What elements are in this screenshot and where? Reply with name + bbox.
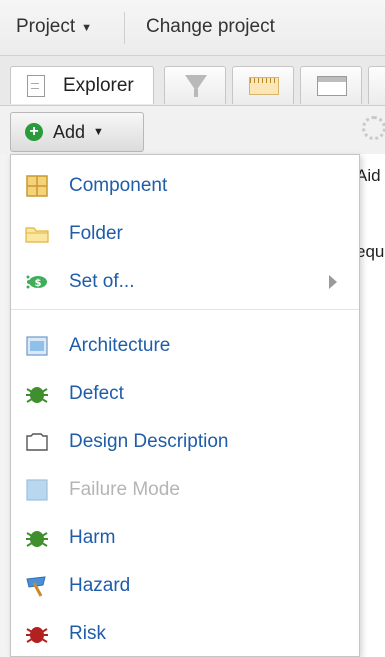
menu-item-harm[interactable]: Harm bbox=[11, 515, 359, 559]
menu-item-folder[interactable]: Folder bbox=[11, 211, 359, 255]
svg-text:$: $ bbox=[35, 278, 42, 289]
set-of-icon: $ bbox=[26, 275, 47, 289]
hazard-icon bbox=[26, 576, 46, 597]
menu-item-component[interactable]: Component bbox=[11, 163, 359, 207]
add-dropdown-menu: Component Folder $ Set of... Architectur… bbox=[10, 154, 360, 657]
menu-divider bbox=[11, 309, 359, 310]
window-icon bbox=[317, 76, 347, 96]
project-menu-label: Project bbox=[16, 16, 76, 37]
menu-item-design-description[interactable]: Design Description bbox=[11, 419, 359, 463]
project-menu[interactable]: Project ▼ bbox=[16, 16, 92, 38]
folder-icon bbox=[25, 227, 49, 243]
add-button-label: Add bbox=[53, 121, 86, 142]
view-tab-bar: Explorer bbox=[0, 56, 385, 106]
menu-item-label: Folder bbox=[69, 223, 123, 244]
menu-item-label: Set of... bbox=[69, 271, 135, 292]
add-icon: + bbox=[25, 123, 43, 141]
failure-mode-icon bbox=[26, 479, 48, 501]
risk-icon bbox=[26, 627, 48, 643]
tab-explorer-label: Explorer bbox=[63, 75, 134, 96]
tab-more[interactable] bbox=[368, 66, 385, 104]
filter-icon bbox=[185, 75, 207, 97]
menu-item-label: Harm bbox=[69, 527, 116, 548]
menu-item-label: Failure Mode bbox=[69, 479, 180, 500]
design-description-icon bbox=[26, 433, 48, 451]
menu-item-set-of[interactable]: $ Set of... bbox=[11, 259, 359, 303]
menu-item-failure-mode: Failure Mode bbox=[11, 467, 359, 511]
menu-item-defect[interactable]: Defect bbox=[11, 371, 359, 415]
ruler-icon bbox=[249, 77, 279, 95]
chevron-down-icon: ▼ bbox=[93, 126, 104, 138]
menu-item-risk[interactable]: Risk bbox=[11, 611, 359, 655]
explorer-icon bbox=[27, 75, 45, 97]
gear-icon[interactable] bbox=[362, 116, 385, 140]
menu-item-label: Design Description bbox=[69, 431, 229, 452]
menu-item-label: Component bbox=[69, 175, 168, 196]
toolbar: + Add ▼ bbox=[0, 106, 385, 154]
menu-item-label: Risk bbox=[69, 623, 106, 644]
menu-item-label: Architecture bbox=[69, 335, 171, 356]
defect-icon bbox=[26, 387, 48, 403]
change-project-link[interactable]: Change project bbox=[146, 16, 275, 38]
menu-separator bbox=[124, 12, 125, 44]
menu-item-hazard[interactable]: Hazard bbox=[11, 563, 359, 607]
chevron-down-icon: ▼ bbox=[81, 22, 93, 34]
background-text: equ bbox=[356, 242, 385, 261]
tab-filter[interactable] bbox=[164, 66, 226, 104]
menu-item-label: Defect bbox=[69, 383, 124, 404]
top-menu-bar: Project ▼ Change project bbox=[0, 0, 385, 56]
tab-explorer[interactable]: Explorer bbox=[10, 66, 154, 104]
tab-window[interactable] bbox=[300, 66, 362, 104]
menu-item-architecture[interactable]: Architecture bbox=[11, 323, 359, 367]
menu-item-label: Hazard bbox=[69, 575, 131, 596]
tab-ruler[interactable] bbox=[232, 66, 294, 104]
submenu-arrow-icon bbox=[329, 275, 337, 289]
add-button[interactable]: + Add ▼ bbox=[10, 112, 144, 152]
architecture-icon bbox=[26, 336, 48, 356]
component-icon bbox=[26, 175, 48, 197]
harm-icon bbox=[26, 531, 48, 547]
